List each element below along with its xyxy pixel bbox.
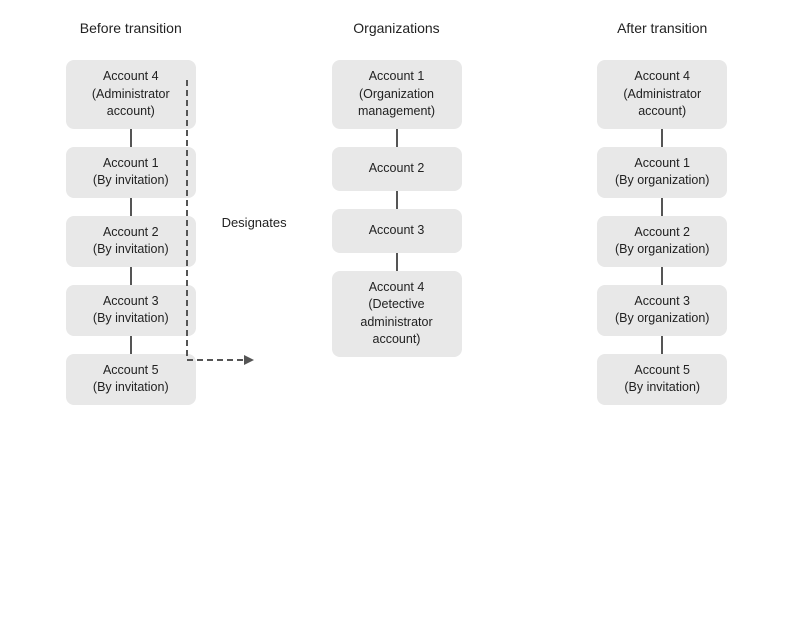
after-node-4: Account 3(By organization) bbox=[597, 285, 727, 336]
org-node-1: Account 1(Organizationmanagement) bbox=[332, 60, 462, 129]
after-column: After transition Account 4(Administrator… bbox=[541, 20, 783, 619]
organizations-header: Organizations bbox=[353, 20, 439, 42]
org-node-2: Account 2 bbox=[332, 147, 462, 191]
after-node-2: Account 1(By organization) bbox=[597, 147, 727, 198]
connector bbox=[661, 198, 663, 216]
before-node-5: Account 5(By invitation) bbox=[66, 354, 196, 405]
before-header: Before transition bbox=[80, 20, 182, 42]
after-node-5: Account 5(By invitation) bbox=[597, 354, 727, 405]
connector bbox=[396, 191, 398, 209]
connector bbox=[130, 198, 132, 216]
connector bbox=[130, 336, 132, 354]
connector bbox=[661, 336, 663, 354]
after-header: After transition bbox=[617, 20, 707, 42]
after-node-3: Account 2(By organization) bbox=[597, 216, 727, 267]
connector bbox=[130, 129, 132, 147]
org-node-3: Account 3 bbox=[332, 209, 462, 253]
org-node-4: Account 4(Detectiveadministratoraccount) bbox=[332, 271, 462, 357]
before-node-2: Account 1(By invitation) bbox=[66, 147, 196, 198]
connector bbox=[396, 253, 398, 271]
after-node-1: Account 4(Administratoraccount) bbox=[597, 60, 727, 129]
before-node-3: Account 2(By invitation) bbox=[66, 216, 196, 267]
organizations-column: Organizations Account 1(Organizationmana… bbox=[252, 20, 542, 619]
org-nodes: Account 1(Organizationmanagement) Accoun… bbox=[332, 60, 462, 357]
before-column: Before transition Account 4(Administrato… bbox=[10, 20, 252, 619]
diagram-container: Before transition Account 4(Administrato… bbox=[0, 0, 793, 629]
connector bbox=[396, 129, 398, 147]
before-node-4: Account 3(By invitation) bbox=[66, 285, 196, 336]
connector bbox=[661, 129, 663, 147]
connector bbox=[130, 267, 132, 285]
before-node-1: Account 4(Administratoraccount) bbox=[66, 60, 196, 129]
connector bbox=[661, 267, 663, 285]
designates-label: Designates bbox=[222, 215, 287, 230]
